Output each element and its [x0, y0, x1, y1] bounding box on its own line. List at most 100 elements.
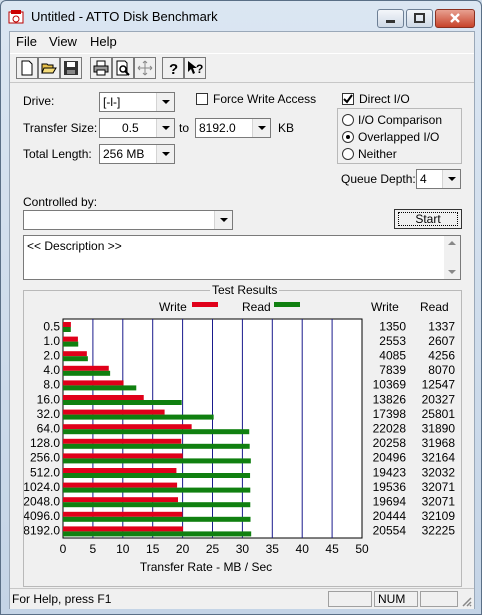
print-button[interactable] [90, 57, 112, 79]
y-category-label: 1024.0 [24, 480, 60, 494]
force-write-checkbox[interactable] [196, 93, 208, 105]
minimize-icon [386, 20, 395, 23]
x-tick-label: 35 [266, 542, 280, 556]
write-value: 19694 [373, 495, 407, 509]
write-bar [63, 395, 144, 400]
drive-select[interactable]: [-l-] [99, 92, 175, 112]
help-button[interactable]: ? [162, 57, 184, 79]
print-icon [93, 60, 109, 76]
y-category-label: 4096.0 [24, 509, 60, 523]
write-value: 19536 [373, 480, 407, 494]
total-length-select[interactable]: 256 MB [99, 144, 175, 164]
read-value: 32032 [422, 465, 456, 479]
status-bar: For Help, press F1 NUM [10, 588, 474, 609]
help-icon: ? [169, 61, 178, 76]
new-button[interactable] [16, 57, 38, 79]
write-bar [63, 453, 183, 459]
read-bar [63, 443, 250, 449]
read-bar [63, 458, 251, 464]
write-bar [63, 409, 165, 415]
neither-label: Neither [358, 147, 397, 161]
menu-help[interactable]: Help [90, 34, 117, 49]
transfer-size-to-select[interactable]: 8192.0 [195, 118, 271, 138]
description-scrollbar[interactable] [444, 236, 460, 279]
open-button[interactable] [38, 57, 60, 79]
read-value: 12547 [422, 378, 456, 392]
x-tick-label: 30 [236, 542, 250, 556]
minimize-button[interactable] [377, 9, 404, 28]
y-category-label: 1.0 [43, 334, 60, 348]
read-bar [63, 502, 251, 508]
read-value: 31968 [422, 436, 456, 450]
overlapped-io-radio[interactable] [342, 131, 354, 143]
y-category-label: 4.0 [43, 363, 60, 377]
save-button[interactable] [60, 57, 82, 79]
chevron-down-icon[interactable] [214, 211, 232, 229]
read-value: 32164 [422, 451, 456, 465]
chevron-down-icon[interactable] [252, 119, 270, 137]
start-button[interactable]: Start [394, 209, 462, 229]
neither-radio[interactable] [342, 148, 354, 160]
context-help-button[interactable]: ? [184, 57, 206, 79]
write-bar [63, 380, 124, 386]
write-value: 4085 [379, 349, 406, 363]
queue-depth-value: 4 [420, 172, 427, 186]
io-comparison-radio[interactable] [342, 114, 354, 126]
controlled-by-label: Controlled by: [23, 195, 98, 209]
read-value: 25801 [422, 407, 456, 421]
y-category-label: 256.0 [30, 451, 60, 465]
controlled-by-select[interactable] [23, 210, 233, 230]
menu-view[interactable]: View [49, 34, 77, 49]
direct-io-checkbox[interactable] [342, 93, 354, 105]
chevron-down-icon[interactable] [156, 145, 174, 163]
move-button[interactable] [134, 57, 156, 79]
transfer-size-label: Transfer Size: [23, 121, 98, 135]
x-tick-label: 5 [90, 542, 97, 556]
write-bar [63, 497, 179, 503]
menu-bar: File View Help [10, 32, 474, 52]
x-tick-label: 15 [146, 542, 160, 556]
read-bar [63, 487, 251, 493]
maximize-button[interactable] [406, 9, 433, 28]
scroll-up-icon[interactable] [444, 238, 460, 248]
write-value: 20496 [373, 451, 407, 465]
read-value: 32109 [422, 509, 456, 523]
chevron-down-icon[interactable] [156, 119, 174, 137]
y-category-label: 2.0 [43, 349, 60, 363]
write-value: 19423 [373, 465, 407, 479]
x-tick-label: 0 [60, 542, 67, 556]
description-box[interactable]: << Description >> [23, 235, 461, 280]
close-button[interactable] [435, 9, 475, 28]
write-bar [63, 336, 78, 342]
queue-depth-select[interactable]: 4 [416, 169, 461, 189]
chevron-down-icon[interactable] [156, 93, 174, 111]
x-tick-label: 20 [176, 542, 190, 556]
read-value: 1337 [428, 319, 455, 333]
transfer-size-from-select[interactable]: 0.5 [99, 118, 175, 138]
force-write-label: Force Write Access [213, 92, 317, 106]
toolbar: ? ? [10, 53, 474, 83]
read-bar [63, 341, 79, 347]
write-value: 20554 [373, 524, 407, 538]
scroll-down-icon[interactable] [444, 267, 460, 277]
chevron-down-icon[interactable] [442, 170, 460, 188]
app-icon [8, 10, 24, 24]
kb-label: KB [278, 121, 295, 135]
write-bar [63, 365, 109, 371]
write-bar [63, 322, 71, 327]
read-bar [63, 400, 182, 405]
x-tick-label: 10 [116, 542, 130, 556]
resize-grip-icon[interactable] [460, 595, 472, 607]
new-icon [21, 60, 33, 76]
y-category-label: 8192.0 [24, 524, 60, 538]
context-help-icon: ? [188, 61, 203, 76]
menu-file[interactable]: File [16, 34, 37, 49]
y-category-label: 32.0 [37, 407, 61, 421]
print-preview-button[interactable] [112, 57, 134, 79]
legend-write-label: Write [159, 300, 187, 314]
status-pane-1 [328, 591, 372, 607]
window-title: Untitled - ATTO Disk Benchmark [31, 9, 218, 24]
title-bar[interactable]: Untitled - ATTO Disk Benchmark [1, 1, 481, 31]
read-bar [63, 356, 88, 362]
y-category-label: 8.0 [43, 378, 60, 392]
